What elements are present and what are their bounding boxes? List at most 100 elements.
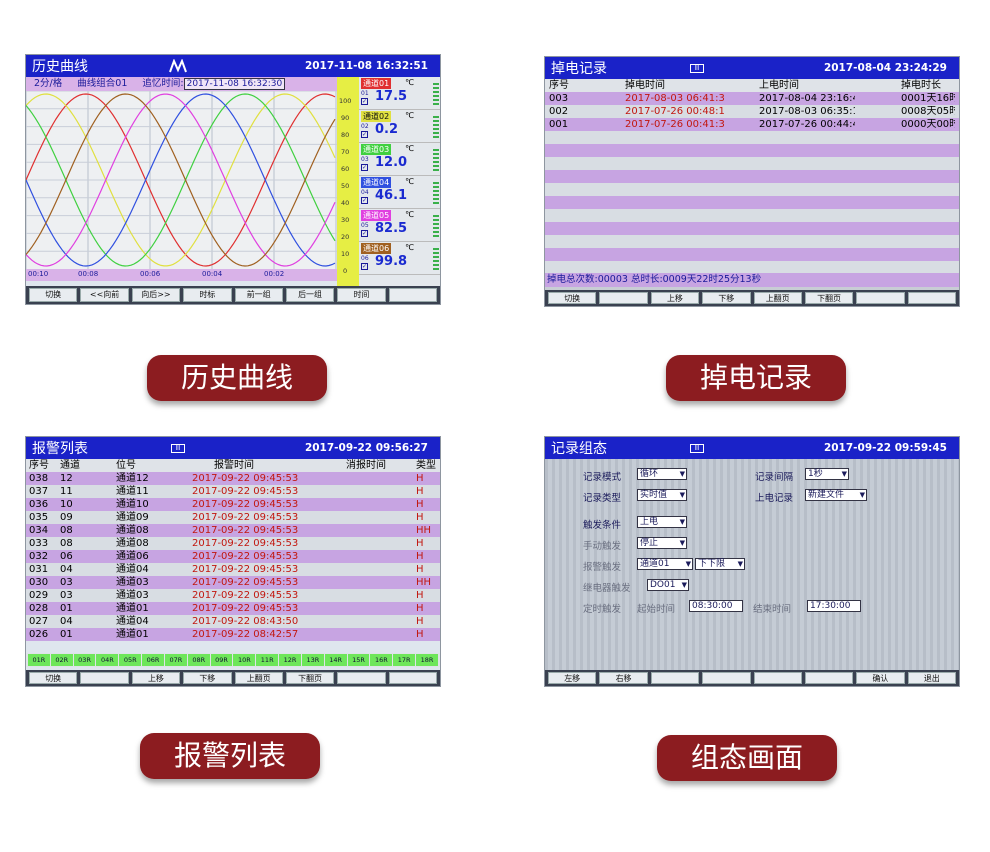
prev-group-button[interactable]: 前一组 [234,288,283,302]
manual-trigger-select[interactable]: 停止 [637,537,687,549]
alarm-limit-select[interactable]: 下下限 [695,558,745,570]
table-row[interactable] [545,196,959,209]
channel-item[interactable]: 通道05 ℃ 05 ✓ 82.5 [359,209,440,242]
time-tick: 00:10 [28,270,49,278]
blank-button[interactable] [650,672,700,684]
power-on-label: 上电记录 [755,493,794,504]
trigger-select[interactable]: 上电 [637,516,687,528]
checkbox-icon[interactable]: ✓ [361,164,368,171]
table-row[interactable] [545,222,959,235]
relay-indicator: 15R [347,654,370,666]
time-mark-button[interactable]: 时标 [183,288,232,302]
table-row[interactable]: 003 2017-08-03 06:41:37 2017-08-04 23:16:4… [545,92,959,105]
history-button-bar: 切换 <<向前 向后>> 时标 前一组 后一组 时间 [26,286,440,304]
blank-button[interactable] [599,292,648,304]
relay-indicator: 08R [187,654,210,666]
checkbox-icon[interactable]: ✓ [361,197,368,204]
table-cell: 通道01 [116,629,149,640]
relay-select[interactable]: DO01 [647,579,689,591]
page-up-button[interactable]: 上翻页 [753,292,802,304]
blank-button[interactable] [856,292,905,304]
switch-button[interactable]: 切换 [548,292,597,304]
table-cell: 2017-07-26 00:41:37 [625,119,725,130]
start-time-field[interactable]: 08:30:00 [689,600,743,612]
table-row[interactable] [545,170,959,183]
end-time-field[interactable]: 17:30:00 [807,600,861,612]
checkbox-icon[interactable]: ✓ [361,131,368,138]
table-row[interactable] [545,183,959,196]
record-interval-select[interactable]: 1秒 [805,468,849,480]
exit-button[interactable]: 退出 [907,672,956,684]
table-row[interactable]: 035 09 通道09 2017-09-22 09:45:53 H [26,511,440,524]
back-button[interactable]: <<向前 [80,288,129,302]
table-cell: H [416,564,424,575]
table-row[interactable] [545,248,959,261]
table-cell: 0000天00时03分08秒 [901,119,955,130]
table-row[interactable]: 036 10 通道10 2017-09-22 09:45:53 H [26,498,440,511]
table-row[interactable]: 033 08 通道08 2017-09-22 09:45:53 H [26,537,440,550]
table-row[interactable]: 027 04 通道04 2017-09-22 08:43:50 H [26,615,440,628]
table-row[interactable] [545,235,959,248]
record-type-select[interactable]: 实时值 [637,489,687,501]
table-row[interactable]: 032 06 通道06 2017-09-22 09:45:53 H [26,550,440,563]
table-cell: H [416,538,424,549]
switch-button[interactable]: 切换 [29,672,78,684]
table-row[interactable]: 002 2017-07-26 00:48:17 2017-08-03 06:35:1… [545,105,959,118]
table-row[interactable] [545,131,959,144]
table-row[interactable]: 030 03 通道03 2017-09-22 09:45:53 HH [26,576,440,589]
page-up-button[interactable]: 上翻页 [234,672,283,684]
page-down-button[interactable]: 下翻页 [804,292,854,304]
table-row[interactable]: 029 03 通道03 2017-09-22 09:45:53 H [26,589,440,602]
channel-item[interactable]: 通道01 ℃ 01 ✓ 17.5 [359,77,440,110]
table-row[interactable]: 037 11 通道11 2017-09-22 09:45:53 H [26,485,440,498]
move-down-button[interactable]: 下移 [702,292,751,304]
channel-item[interactable]: 通道04 ℃ 04 ✓ 46.1 [359,176,440,209]
blank-button[interactable] [804,672,854,684]
table-row[interactable] [545,144,959,157]
scale-tick: 70 [341,148,350,156]
table-row[interactable]: 028 01 通道01 2017-09-22 09:45:53 H [26,602,440,615]
page-down-button[interactable]: 下翻页 [285,672,335,684]
channel-value: 0.2 [375,122,399,137]
time-button[interactable]: 时间 [337,288,386,302]
channel-item[interactable]: 通道02 ℃ 02 ✓ 0.2 [359,110,440,143]
recall-time-field[interactable]: 2017-11-08 16:32:30 [183,78,286,90]
table-row[interactable]: 031 04 通道04 2017-09-22 09:45:53 H [26,563,440,576]
channel-item[interactable]: 通道06 ℃ 06 ✓ 99.8 [359,242,440,275]
history-datetime: 2017-11-08 16:32:51 [304,60,428,72]
table-row[interactable] [545,157,959,170]
confirm-button[interactable]: 确认 [856,672,905,684]
table-row[interactable]: 038 12 通道12 2017-09-22 09:45:53 H [26,472,440,485]
header-cell: 序号 [549,80,569,91]
table-row[interactable]: 026 01 通道01 2017-09-22 08:42:57 H [26,628,440,641]
forward-button[interactable]: 向后>> [131,288,181,302]
move-left-button[interactable]: 左移 [548,672,597,684]
checkbox-icon[interactable]: ✓ [361,98,368,105]
move-up-button[interactable]: 上移 [650,292,700,304]
checkbox-icon[interactable]: ✓ [361,230,368,237]
blank-button[interactable] [907,292,956,304]
switch-button[interactable]: 切换 [29,288,78,302]
checkbox-icon[interactable]: ✓ [361,263,368,270]
blank-button[interactable] [80,672,129,684]
move-up-button[interactable]: 上移 [131,672,181,684]
blank-button[interactable] [388,288,437,302]
move-down-button[interactable]: 下移 [183,672,232,684]
blank-button[interactable] [388,672,437,684]
blank-button[interactable] [337,672,386,684]
blank-button[interactable] [753,672,802,684]
blank-button[interactable] [702,672,751,684]
alarm-channel-select[interactable]: 通道01 [637,558,693,570]
table-row[interactable] [545,209,959,222]
channel-item[interactable]: 通道03 ℃ 03 ✓ 12.0 [359,143,440,176]
level-bars-icon [433,248,439,270]
next-group-button[interactable]: 后一组 [285,288,335,302]
table-row[interactable]: 034 08 通道08 2017-09-22 09:45:53 HH [26,524,440,537]
move-right-button[interactable]: 右移 [599,672,648,684]
relay-indicator: 06R [142,654,164,666]
power-on-select[interactable]: 新建文件 [805,489,867,501]
group-label: 曲线组合01 [77,78,128,89]
record-mode-select[interactable]: 循环 [637,468,687,480]
table-row[interactable]: 001 2017-07-26 00:41:37 2017-07-26 00:44:4… [545,118,959,131]
header-cell: 掉电时长 [901,80,941,91]
